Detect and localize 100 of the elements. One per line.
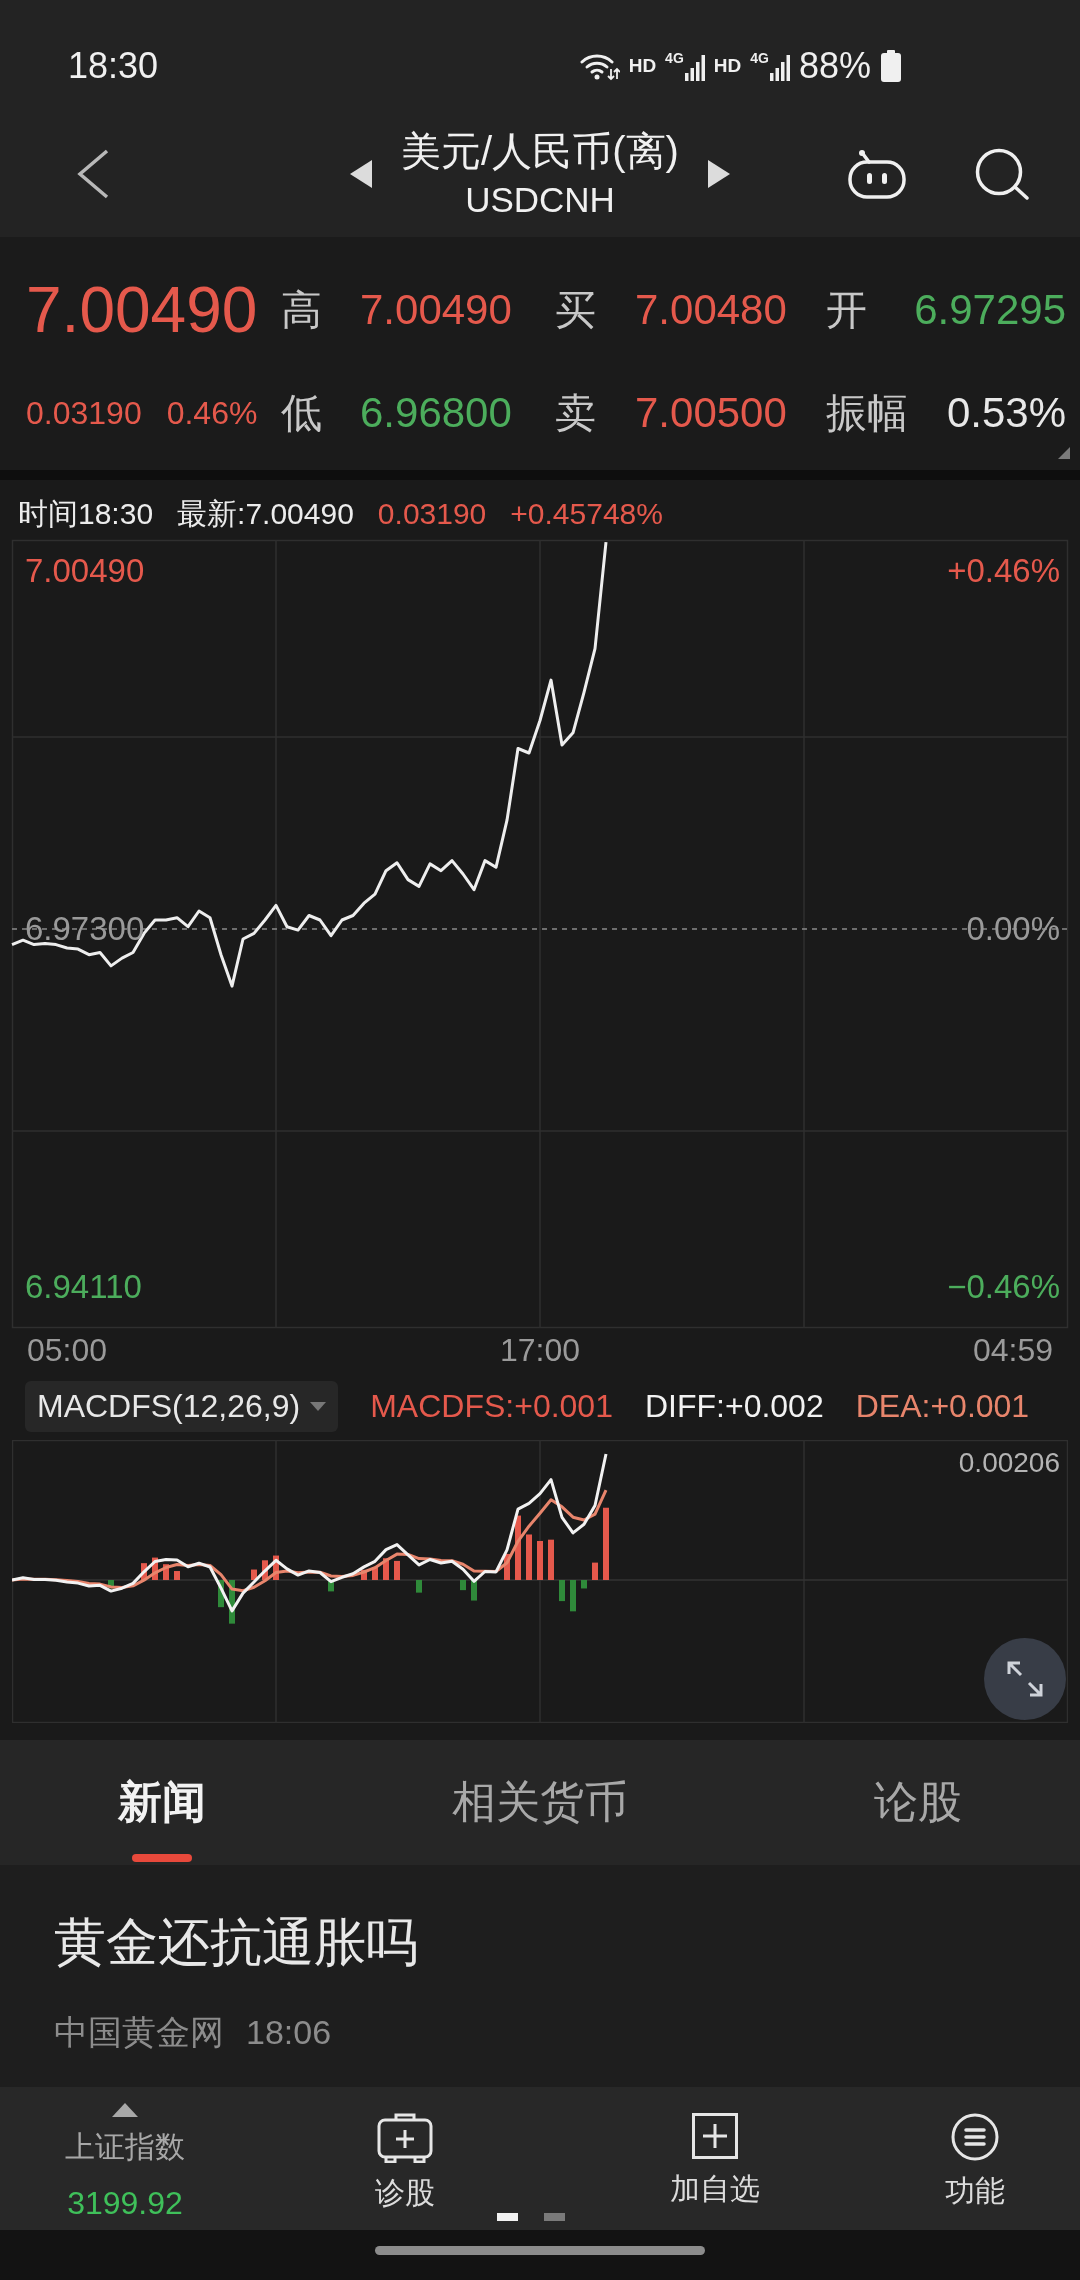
previous-pair-button[interactable] (350, 159, 373, 188)
news-headline[interactable]: 黄金还抗通胀吗 (54, 1907, 418, 1977)
news-source: 中国黄金网 (54, 2012, 224, 2053)
stat-value: 7.00500 (635, 389, 788, 437)
x-axis-label: 05:00 (26, 1331, 108, 1370)
chart-change: 0.03190 (377, 497, 487, 531)
macd-bar (361, 1569, 367, 1580)
index-value: 3199.92 (67, 2184, 183, 2223)
macd-bar (504, 1553, 510, 1580)
caret-down-icon (310, 1402, 327, 1411)
stat-value: 7.00490 (360, 286, 513, 334)
macd-bar (328, 1580, 334, 1592)
corner-triangle-icon (1058, 447, 1070, 459)
tab[interactable]: 相关货币 (452, 1740, 628, 1865)
macd-bar (163, 1564, 169, 1580)
macd-bar (174, 1571, 180, 1580)
indicator-reading: DIFF:+0.002 (644, 1388, 824, 1425)
chart-change-percent: +0.45748% (510, 497, 663, 531)
signal-bars-icon (769, 55, 790, 81)
battery-percent: 88% (798, 44, 871, 88)
macd-bar (262, 1560, 268, 1580)
macd-bar (229, 1580, 235, 1624)
x-axis-label: 04:59 (972, 1331, 1054, 1370)
plus-square-icon (692, 2113, 738, 2159)
network-type-label: 4G (750, 51, 769, 65)
macd-bar (581, 1580, 587, 1589)
macd-bar (537, 1541, 543, 1580)
signal-bars-icon (684, 55, 705, 81)
hd-label: HD (628, 55, 657, 77)
stat-value: 6.96800 (360, 389, 513, 437)
tab[interactable]: 论股 (874, 1740, 962, 1865)
percent-axis-label: +0.46% (947, 551, 1060, 592)
y-axis-label: 7.00490 (25, 551, 145, 592)
stat-label: 振幅 (826, 388, 909, 438)
macd-bar (141, 1563, 147, 1580)
robot-icon (848, 148, 906, 199)
y-axis-label: 6.94110 (25, 1266, 142, 1307)
index-name: 上证指数 (65, 2129, 185, 2165)
triangle-right-icon (707, 159, 730, 188)
macd-bar (394, 1560, 400, 1580)
macd-bar (372, 1567, 378, 1580)
macd-bar (471, 1580, 477, 1601)
chart-time: 时间18:30 (18, 495, 154, 532)
macd-bar (460, 1580, 466, 1591)
macd-bar (526, 1534, 532, 1580)
indicator-dropdown[interactable]: MACDFS(12,26,9) (25, 1381, 339, 1432)
add-watchlist-button[interactable]: 加自选 (560, 2087, 870, 2230)
toolbox-plus-icon (377, 2113, 433, 2163)
stat-label: 买 (555, 285, 597, 335)
x-axis-label: 17:00 (499, 1331, 581, 1370)
stat-label: 开 (826, 285, 868, 335)
triangle-up-icon[interactable] (112, 2103, 138, 2117)
macd-bar (570, 1580, 576, 1612)
back-button[interactable] (76, 148, 110, 199)
price-change: 0.03190 (26, 394, 142, 432)
indicator-reading: MACDFS:+0.001 (370, 1388, 613, 1425)
tab[interactable]: 新闻 (118, 1740, 206, 1865)
stat-value: 0.53% (946, 389, 1066, 437)
network-type-label: 4G (665, 51, 684, 65)
last-price: 7.00490 (26, 278, 259, 342)
indicator-reading: DEA:+0.001 (855, 1388, 1030, 1425)
search-button[interactable] (974, 147, 1030, 200)
indicator-axis-label: 0.00206 (958, 1446, 1060, 1480)
stat-label: 卖 (555, 388, 597, 438)
stat-label: 高 (281, 285, 323, 335)
stat-label: 低 (281, 388, 323, 438)
macd-bar (592, 1562, 598, 1580)
status-time: 18:30 (68, 44, 159, 88)
menu-circle-icon (951, 2113, 999, 2161)
news-time: 18:06 (246, 2012, 332, 2053)
expand-arrows-icon (1005, 1659, 1045, 1699)
macd-bar (515, 1515, 521, 1580)
active-tab-indicator (132, 1854, 192, 1862)
triangle-left-icon (350, 159, 373, 188)
macd-bar (152, 1557, 158, 1580)
pair-symbol: USDCNH (465, 178, 615, 221)
search-icon (974, 147, 1030, 200)
y-axis-label: 6.97300 (25, 908, 145, 949)
pair-title: 美元/人民币(离) (401, 127, 679, 175)
price-change-percent: 0.46% (166, 394, 258, 432)
percent-axis-label: −0.46% (947, 1266, 1060, 1307)
hd-label: HD (713, 55, 742, 77)
diagnosis-button[interactable]: 诊股 (250, 2087, 560, 2230)
assistant-button[interactable] (848, 148, 906, 199)
macd-bar (273, 1555, 279, 1580)
stat-value: 6.97295 (914, 286, 1066, 334)
percent-axis-label: 0.00% (966, 908, 1060, 949)
macd-bar (251, 1569, 257, 1580)
macd-bar (383, 1558, 389, 1580)
next-pair-button[interactable] (707, 159, 730, 188)
chevron-left-icon (76, 148, 110, 199)
macd-bar (108, 1580, 114, 1589)
stat-value: 7.00480 (635, 286, 788, 334)
macd-bar (548, 1539, 554, 1580)
macd-bar (559, 1580, 565, 1602)
functions-button[interactable]: 功能 (870, 2087, 1080, 2230)
latest-price: 最新:7.00490 (177, 495, 354, 532)
macd-bar (218, 1580, 224, 1608)
battery-icon (880, 50, 902, 82)
macd-bar (416, 1580, 422, 1593)
